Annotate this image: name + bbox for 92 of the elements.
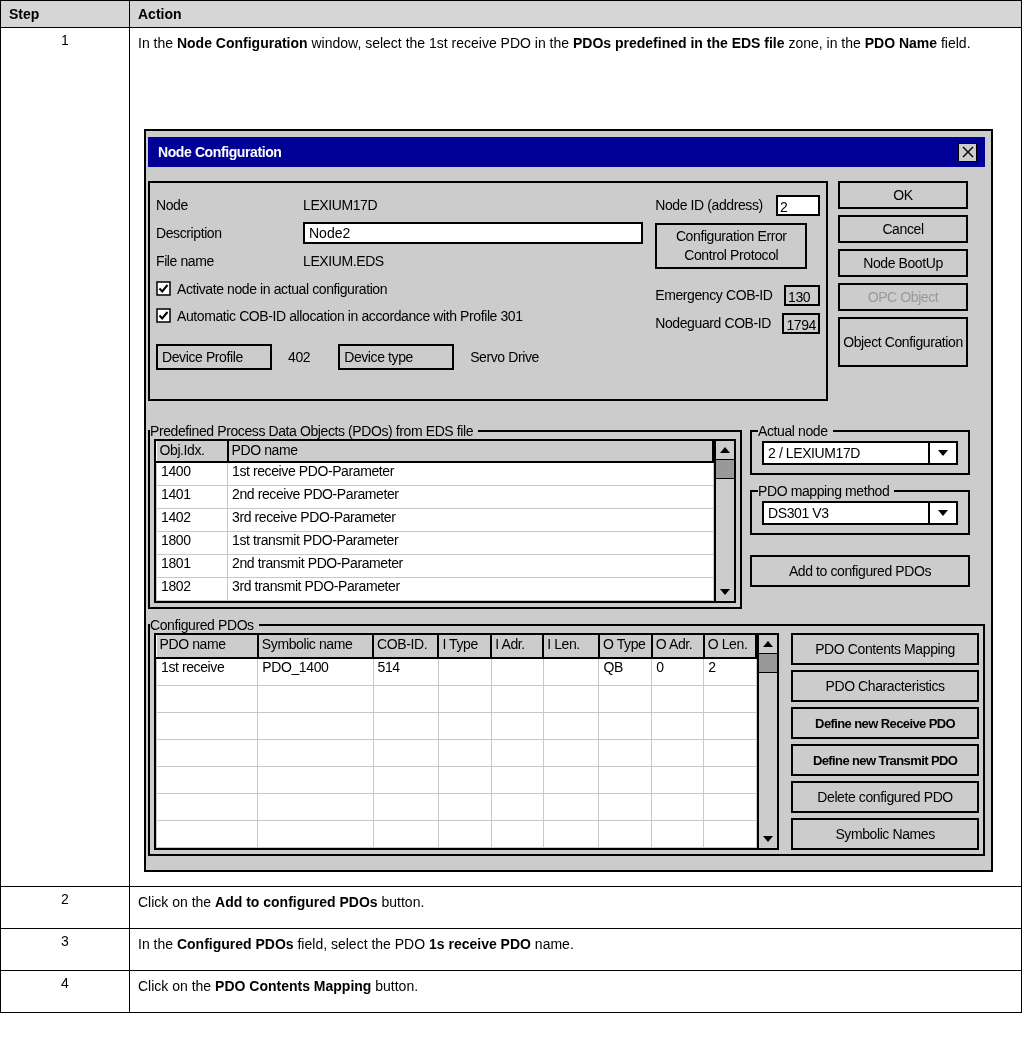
dialog-button[interactable]: Symbolic Names (791, 818, 979, 850)
table-cell[interactable]: 1st transmit PDO-Parameter (227, 531, 713, 555)
step-text: Click on the PDO Contents Mapping button. (138, 977, 420, 996)
column-header: I Len. (543, 635, 599, 658)
dialog-button[interactable]: PDO Contents Mapping (791, 633, 979, 665)
field-label: Node (156, 197, 189, 213)
table-cell[interactable]: QB (598, 657, 652, 686)
step-number: 3 (0, 928, 130, 971)
column-header: I Type (438, 635, 492, 658)
dialog-button[interactable]: Object Configuration (838, 317, 968, 367)
add-button[interactable]: Add to configured PDOs (750, 555, 970, 587)
dialog-button[interactable]: OK (838, 181, 968, 209)
cob-id-field: 130 (784, 284, 820, 306)
dialog-button[interactable]: Delete configured PDO (791, 781, 979, 813)
field-value: LEXIUM.EDS (303, 253, 384, 269)
table-cell[interactable]: 1800 (156, 531, 228, 555)
table-cell[interactable]: 1st receive PDO-Parameter (227, 462, 713, 486)
node-id-field[interactable]: 2 (776, 194, 820, 216)
step-text: Click on the Add to configured PDOs button. (138, 893, 426, 912)
up-arrow-icon[interactable] (719, 446, 731, 454)
table-cell[interactable]: 1402 (156, 508, 228, 532)
step-number: 4 (0, 970, 130, 1013)
table-cell[interactable]: PDO_1400 (257, 657, 374, 686)
checkbox[interactable] (156, 308, 171, 323)
table-cell[interactable]: 514 (373, 657, 439, 686)
step-number: 2 (0, 886, 130, 929)
window-title: Node Configuration (158, 144, 282, 160)
field-label: Node ID (address) (655, 197, 764, 213)
checkbox-label: Automatic COB-ID allocation in accordance with Profile 301 (177, 307, 523, 324)
table-cell[interactable]: 0 (651, 657, 704, 686)
table-cell[interactable]: 1st receive (156, 657, 258, 686)
group-title: Configured PDOs (150, 617, 255, 633)
table-cell[interactable] (438, 657, 492, 686)
error-control-button[interactable]: Configuration Error Control Protocol (655, 223, 808, 269)
field-label: File name (156, 253, 215, 269)
step-number: 1 (0, 27, 130, 887)
table-cell[interactable]: 3rd transmit PDO-Parameter (227, 577, 713, 601)
field-value: Servo Drive (470, 349, 539, 365)
scrollbar[interactable] (714, 441, 734, 601)
scroll-thumb[interactable] (716, 459, 734, 479)
table-cell[interactable]: 1400 (156, 462, 228, 486)
field-label: Nodeguard COB-ID (655, 315, 772, 331)
column-header: Action (129, 0, 1022, 28)
field-value: 402 (288, 349, 311, 365)
dropdown[interactable]: DS301 V3 (762, 501, 958, 525)
table-cell[interactable]: 3rd receive PDO-Parameter (227, 508, 713, 532)
checkbox-label: Activate node in actual configuration (177, 280, 388, 297)
dropdown-arrow-icon[interactable] (937, 449, 949, 457)
scrollbar[interactable] (757, 635, 778, 848)
up-arrow-icon[interactable] (762, 640, 775, 648)
field-label: Description (156, 225, 223, 241)
group-title: Predefined Process Data Objects (PDOs) from EDS file (150, 423, 475, 439)
dialog-button[interactable]: Define new Receive PDO (791, 707, 979, 739)
group-title: Actual node (758, 423, 829, 439)
field-label: Device Profile (156, 344, 272, 370)
field-label: Device type (338, 344, 455, 370)
dialog-button[interactable]: Cancel (838, 215, 968, 243)
table-cell[interactable]: 2 (703, 657, 757, 686)
column-header: I Adr. (491, 635, 544, 658)
column-header: O Len. (703, 635, 757, 658)
field-label: Emergency COB-ID (655, 287, 774, 303)
down-arrow-icon[interactable] (719, 588, 731, 596)
down-arrow-icon[interactable] (762, 835, 775, 843)
table-cell[interactable]: 2nd transmit PDO-Parameter (227, 554, 713, 578)
close-button[interactable] (958, 142, 977, 162)
dropdown[interactable]: 2 / LEXIUM17D (762, 441, 958, 465)
checkbox[interactable] (156, 281, 171, 296)
column-header: PDO name (156, 635, 258, 658)
column-header: Step (0, 0, 130, 28)
cob-id-field: 1794 (782, 312, 820, 334)
description-field[interactable]: Node2 (303, 222, 643, 244)
table-cell[interactable] (543, 657, 599, 686)
scroll-thumb[interactable] (759, 653, 778, 673)
step-text: In the Configured PDOs field, select the PDO 1s receive PDO name. (138, 935, 575, 954)
dialog-button[interactable]: Define new Transmit PDO (791, 744, 979, 776)
table-cell[interactable]: 1801 (156, 554, 228, 578)
column-header: PDO name (227, 441, 713, 462)
table-cell[interactable]: 1401 (156, 485, 228, 509)
dialog-button[interactable]: PDO Characteristics (791, 670, 979, 702)
table-cell[interactable]: 2nd receive PDO-Parameter (227, 485, 713, 509)
column-header: COB-ID. (373, 635, 439, 658)
column-header: Obj.Idx. (156, 441, 228, 462)
dropdown-arrow-icon[interactable] (937, 509, 949, 517)
step-text: In the Node Configuration window, select the 1st receive PDO in the PDOs predefined in the EDS file zone, in the PDO Name field. (138, 34, 972, 53)
column-header: O Type (598, 635, 652, 658)
group-title: PDO mapping method (758, 483, 891, 499)
table-cell[interactable] (491, 657, 544, 686)
table-cell[interactable]: 1802 (156, 577, 228, 601)
column-header: O Adr. (651, 635, 704, 658)
column-header: Symbolic name (257, 635, 374, 658)
field-value: LEXIUM17D (303, 197, 378, 213)
dialog-button[interactable]: Node BootUp (838, 249, 968, 277)
